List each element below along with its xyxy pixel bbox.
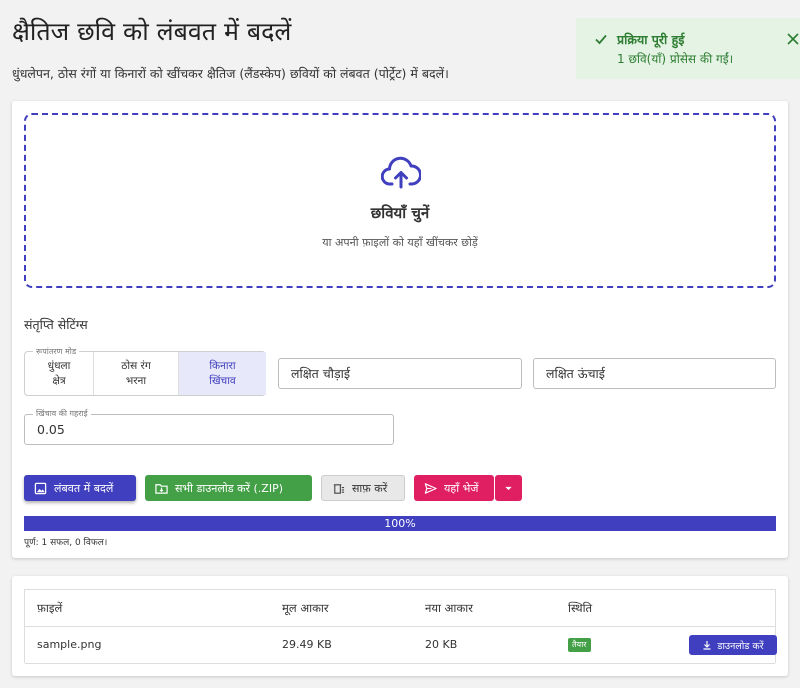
page-subtitle: धुंधलेपन, ठोस रंगों या किनारों को खींचकर…	[12, 66, 449, 81]
download-all-button[interactable]: सभी डाउनलोड करें (.ZIP)	[145, 475, 312, 501]
dropzone-subtitle: या अपनी फ़ाइलों को यहाँ खींचकर छोड़ें	[322, 236, 478, 249]
files-card: फ़ाइलें मूल आकार नया आकार स्थिति sample.…	[12, 576, 788, 676]
close-icon[interactable]	[786, 32, 800, 46]
files-table: फ़ाइलें मूल आकार नया आकार स्थिति sample.…	[24, 589, 777, 664]
convert-label: लंबवत में बदलें	[54, 481, 114, 495]
target-height-input[interactable]: लक्षित ऊंचाई	[533, 358, 776, 389]
depth-value: 0.05	[37, 422, 65, 437]
mode-label: ठोस रंग	[121, 359, 151, 372]
caret-down-icon	[505, 486, 512, 490]
file-dropzone[interactable]: छवियाँ चुनें या अपनी फ़ाइलों को यहाँ खीं…	[24, 113, 776, 288]
send-label: यहाँ भेजें	[444, 481, 479, 495]
download-label: डाउनलोड करें	[717, 640, 764, 652]
file-name: sample.png	[37, 638, 102, 651]
download-all-label: सभी डाउनलोड करें (.ZIP)	[175, 481, 284, 495]
mode-label: भरना	[125, 374, 147, 387]
row-divider	[25, 663, 775, 664]
header-divider	[25, 626, 775, 627]
mode-label: खिंचाव	[209, 374, 236, 387]
success-toast: प्रक्रिया पूरी हुई 1 छवि(याँ) प्रोसेस की…	[576, 18, 800, 79]
column-header-files: फ़ाइलें	[37, 601, 63, 615]
mode-edge-stretch[interactable]: किनारा खिंचाव	[179, 352, 266, 395]
status-badge: तैयार	[568, 638, 591, 652]
mode-blur-area[interactable]: धुंधला क्षेत्र	[25, 352, 94, 395]
target-width-input[interactable]: लक्षित चौड़ाई	[278, 358, 522, 389]
mode-label: किनारा	[209, 359, 236, 372]
send-dropdown-button[interactable]	[495, 475, 522, 501]
depth-legend: खिंचाव की गहराई	[33, 408, 91, 419]
new-size: 20 KB	[425, 638, 458, 651]
dropzone-title: छवियाँ चुनें	[370, 204, 430, 222]
mode-label: क्षेत्र	[52, 374, 66, 387]
settings-heading: संतृप्ति सेटिंग्स	[24, 317, 88, 332]
converter-card: छवियाँ चुनें या अपनी फ़ाइलों को यहाँ खीं…	[12, 101, 788, 558]
toast-title: प्रक्रिया पूरी हुई	[617, 32, 685, 47]
cloud-upload-icon	[381, 156, 421, 189]
original-size: 29.49 KB	[282, 638, 332, 651]
clear-label: साफ़ करें	[352, 481, 388, 495]
send-button[interactable]: यहाँ भेजें	[414, 475, 494, 501]
download-icon	[703, 641, 711, 650]
toast-message: 1 छवि(याँ) प्रोसेस की गईं।	[617, 52, 734, 66]
folder-zip-icon	[155, 483, 168, 494]
clear-icon	[333, 483, 345, 494]
mode-solid-fill[interactable]: ठोस रंग भरना	[94, 352, 179, 395]
stretch-depth-input[interactable]: खिंचाव की गहराई 0.05	[24, 408, 394, 445]
progress-status: पूर्ण: 1 सफल, 0 विफल।	[24, 538, 108, 548]
download-file-button[interactable]: डाउनलोड करें	[689, 635, 777, 655]
mode-label: धुंधला	[47, 359, 71, 372]
clear-button[interactable]: साफ़ करें	[321, 475, 405, 501]
image-icon	[34, 482, 47, 494]
progress-bar: 100%	[24, 516, 776, 531]
mode-selector: रूपांतरण मोड धुंधला क्षेत्र ठोस रंग भरना क…	[24, 346, 266, 396]
column-header-original-size: मूल आकार	[282, 601, 329, 615]
convert-button[interactable]: लंबवत में बदलें	[24, 475, 136, 501]
column-header-status: स्थिति	[568, 601, 593, 615]
progress-label: 100%	[384, 517, 416, 530]
page-title: क्षैतिज छवि को लंबवत में बदलें	[12, 17, 292, 46]
column-header-new-size: नया आकार	[425, 601, 473, 615]
send-icon	[424, 482, 437, 494]
check-icon	[595, 34, 607, 45]
